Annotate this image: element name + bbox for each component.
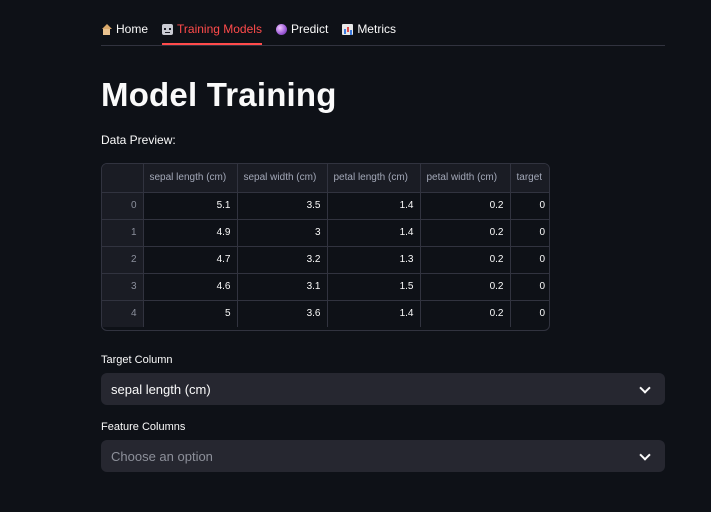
chevron-down-icon (639, 449, 651, 461)
table-cell[interactable]: 3 (237, 219, 328, 247)
table-cell[interactable]: 4.9 (143, 219, 238, 247)
table-cell[interactable]: 1.4 (327, 300, 421, 327)
table-cell[interactable]: 3.5 (237, 192, 328, 220)
feature-columns-label: Feature Columns (101, 421, 186, 433)
column-header[interactable]: target (510, 164, 549, 193)
table-cell[interactable]: 4.7 (143, 246, 238, 274)
column-header[interactable]: sepal length (cm) (143, 164, 238, 193)
tab-training-models[interactable]: Training Models (162, 14, 262, 45)
home-icon (101, 23, 112, 35)
table-cell[interactable]: 0.2 (420, 192, 511, 220)
table-cell[interactable]: 0 (510, 300, 549, 327)
tab-home[interactable]: Home (101, 14, 148, 44)
row-index: 0 (102, 192, 144, 220)
table-header-row: sepal length (cm) sepal width (cm) petal… (102, 164, 549, 193)
table-cell[interactable]: 0 (510, 246, 549, 274)
column-header[interactable]: sepal width (cm) (237, 164, 328, 193)
table-row: 2 4.7 3.2 1.3 0.2 0 (102, 246, 549, 274)
table-row: 3 4.6 3.1 1.5 0.2 0 (102, 273, 549, 301)
robot-icon (162, 23, 174, 35)
data-preview-table[interactable]: sepal length (cm) sepal width (cm) petal… (101, 163, 550, 331)
tab-label: Home (116, 22, 149, 36)
row-index: 2 (102, 246, 144, 274)
bar-chart-icon (342, 23, 354, 35)
table-cell[interactable]: 3.1 (237, 273, 328, 301)
app-root: Home Training Models Predict Metrics Mod… (0, 0, 711, 512)
feature-columns-placeholder: Choose an option (111, 448, 213, 464)
chevron-down-icon (639, 382, 651, 394)
table-row: 4 5 3.6 1.4 0.2 0 (102, 300, 549, 327)
table-cell[interactable]: 0.2 (420, 300, 511, 327)
row-index: 4 (102, 300, 144, 327)
table-cell[interactable]: 0.2 (420, 246, 511, 274)
tab-label: Metrics (357, 22, 396, 36)
column-header[interactable] (102, 164, 144, 193)
tab-label: Training Models (177, 22, 262, 36)
page-title: Model Training (101, 76, 337, 113)
target-column-select[interactable]: sepal length (cm) (101, 373, 665, 405)
table-cell[interactable]: 3.6 (237, 300, 328, 327)
table-row: 1 4.9 3 1.4 0.2 0 (102, 219, 549, 247)
table-cell[interactable]: 1.4 (327, 192, 421, 220)
data-preview-caption: Data Preview: (101, 133, 176, 147)
table-cell[interactable]: 0.2 (420, 219, 511, 247)
table-row: 0 5.1 3.5 1.4 0.2 0 (102, 192, 549, 220)
crystal-ball-icon (275, 23, 287, 35)
tab-bar: Home Training Models Predict Metrics (101, 14, 665, 46)
column-header[interactable]: petal width (cm) (420, 164, 511, 193)
tab-metrics[interactable]: Metrics (342, 14, 396, 44)
table-cell[interactable]: 0 (510, 273, 549, 301)
row-index: 1 (102, 219, 144, 247)
table-cell[interactable]: 1.5 (327, 273, 421, 301)
table-cell[interactable]: 0.2 (420, 273, 511, 301)
table-cell[interactable]: 3.2 (237, 246, 328, 274)
tab-predict[interactable]: Predict (275, 14, 329, 44)
feature-columns-select[interactable]: Choose an option (101, 440, 665, 472)
table-cell[interactable]: 1.4 (327, 219, 421, 247)
row-index: 3 (102, 273, 144, 301)
target-column-value: sepal length (cm) (111, 381, 211, 397)
tab-label: Predict (290, 22, 329, 36)
table-cell[interactable]: 4.6 (143, 273, 238, 301)
table-cell[interactable]: 5.1 (143, 192, 238, 220)
table-cell[interactable]: 0 (510, 219, 549, 247)
table-cell[interactable]: 5 (143, 300, 238, 327)
table-cell[interactable]: 0 (510, 192, 549, 220)
column-header[interactable]: petal length (cm) (327, 164, 421, 193)
target-column-label: Target Column (101, 354, 173, 366)
table-cell[interactable]: 1.3 (327, 246, 421, 274)
